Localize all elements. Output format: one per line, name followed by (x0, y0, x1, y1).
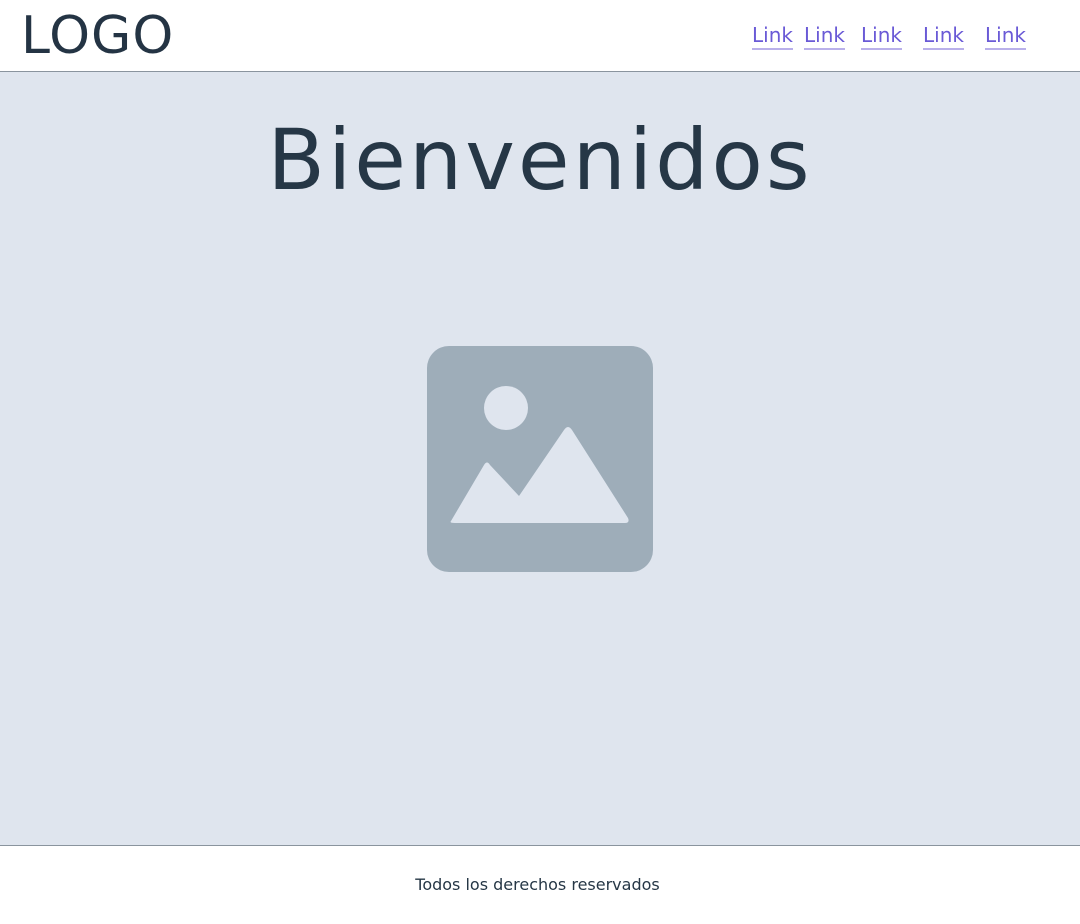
page-title: Bienvenidos (267, 111, 813, 209)
nav-link-1[interactable]: Link (752, 22, 793, 50)
nav-link-5[interactable]: Link (985, 22, 1026, 50)
main-content: Bienvenidos (0, 72, 1080, 846)
nav-link-4[interactable]: Link (923, 22, 964, 50)
copyright-text: Todos los derechos reservados (415, 875, 660, 894)
nav-link-3[interactable]: Link (861, 22, 902, 50)
main-nav: Link Link Link Link Link (0, 22, 1080, 52)
image-placeholder-icon (427, 346, 653, 572)
nav-link-2[interactable]: Link (804, 22, 845, 50)
site-footer: Todos los derechos reservados (0, 846, 1080, 924)
site-header: LOGO Link Link Link Link Link (0, 0, 1080, 72)
